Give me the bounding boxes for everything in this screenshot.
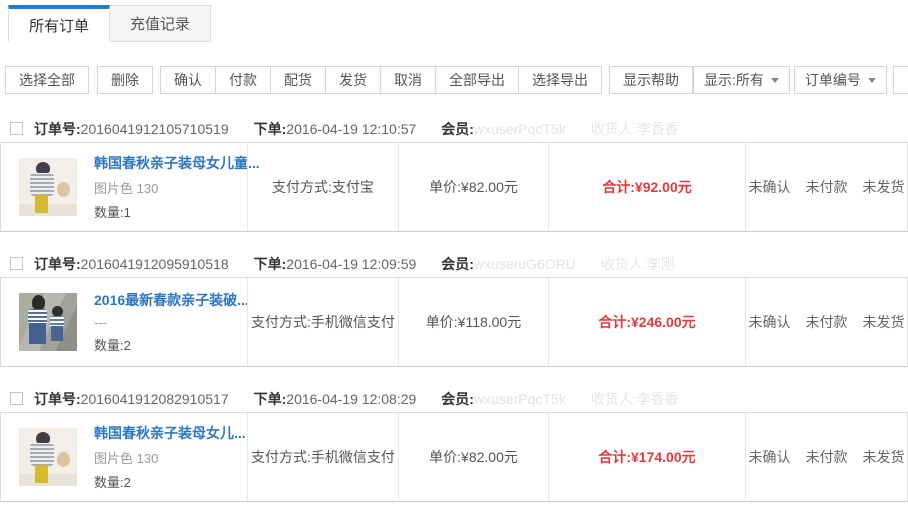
order-status-cell: 未确认 未付款 未发货 bbox=[745, 278, 907, 366]
show-help-button[interactable]: 显示帮助 bbox=[609, 66, 693, 94]
product-thumbnail[interactable] bbox=[19, 293, 77, 351]
payment-method: 支付方式:手机微信支付 bbox=[247, 413, 398, 501]
show-filter-dropdown[interactable]: 显示:所有 bbox=[693, 66, 790, 94]
order-item: 订单号:2016041912105710519 下单:2016-04-19 12… bbox=[0, 115, 908, 232]
order-number: 订单号:2016041912105710519 bbox=[34, 119, 229, 139]
ship-button[interactable]: 发货 bbox=[325, 66, 381, 94]
order-placed-time: 下单:2016-04-19 12:09:59 bbox=[254, 254, 417, 274]
order-member: 会员:wxuserPqcT5k bbox=[441, 119, 565, 139]
status-unconfirmed: 未确认 bbox=[749, 177, 791, 197]
order-header: 订单号:2016041912082910517 下单:2016-04-19 12… bbox=[0, 385, 908, 412]
product-cell: 2016最新春款亲子装破... --- 数量:2 bbox=[1, 278, 247, 366]
order-list: 订单号:2016041912105710519 下单:2016-04-19 12… bbox=[0, 115, 908, 502]
product-variant: 图片色 130 bbox=[94, 448, 246, 467]
product-quantity: 数量:2 bbox=[94, 335, 249, 354]
order-receiver: 收货人:李香香 bbox=[591, 389, 679, 409]
order-item: 订单号:2016041912095910518 下单:2016-04-19 12… bbox=[0, 250, 908, 367]
product-title-link[interactable]: 2016最新春款亲子装破... bbox=[94, 290, 249, 310]
show-filter-dropdown-label: 显示:所有 bbox=[704, 70, 764, 90]
order-total: 合计:¥92.00元 bbox=[548, 143, 745, 231]
select-all-button[interactable]: 选择全部 bbox=[5, 66, 89, 94]
status-unconfirmed: 未确认 bbox=[749, 312, 791, 332]
order-card: 2016最新春款亲子装破... --- 数量:2 支付方式:手机微信支付 单价:… bbox=[0, 277, 908, 367]
order-placed-time: 下单:2016-04-19 12:08:29 bbox=[254, 389, 417, 409]
status-unpaid: 未付款 bbox=[806, 177, 848, 197]
order-management-page: 所有订单 充值记录 选择全部 删除 确认 付款 配货 发货 取消 全部导出 选择… bbox=[0, 0, 908, 512]
order-checkbox[interactable] bbox=[10, 257, 23, 270]
search-type-dropdown-label: 订单编号 bbox=[805, 70, 861, 90]
search-type-dropdown[interactable]: 订单编号 bbox=[794, 66, 887, 94]
payment-method: 支付方式:支付宝 bbox=[247, 143, 398, 231]
tab-bar: 所有订单 充值记录 bbox=[0, 0, 908, 42]
unit-price: 单价:¥118.00元 bbox=[398, 278, 548, 366]
tab-recharge-records[interactable]: 充值记录 bbox=[110, 5, 211, 42]
order-receiver: 收货人:李刚 bbox=[601, 254, 675, 274]
tab-all-orders[interactable]: 所有订单 bbox=[8, 5, 110, 42]
product-thumbnail[interactable] bbox=[19, 158, 77, 216]
order-header: 订单号:2016041912105710519 下单:2016-04-19 12… bbox=[0, 115, 908, 142]
product-thumbnail[interactable] bbox=[19, 428, 77, 486]
order-search-input[interactable] bbox=[893, 66, 908, 94]
status-unshipped: 未发货 bbox=[863, 312, 905, 332]
order-status-cell: 未确认 未付款 未发货 bbox=[745, 143, 907, 231]
caret-down-icon bbox=[868, 78, 876, 83]
order-status-cell: 未确认 未付款 未发货 bbox=[745, 413, 907, 501]
order-placed-time: 下单:2016-04-19 12:10:57 bbox=[254, 119, 417, 139]
product-cell: 韩国春秋亲子装母女儿童... 图片色 130 数量:1 bbox=[1, 143, 247, 231]
caret-down-icon bbox=[771, 78, 779, 83]
product-info: 2016最新春款亲子装破... --- 数量:2 bbox=[94, 290, 249, 354]
order-receiver: 收货人:李香香 bbox=[591, 119, 679, 139]
status-unconfirmed: 未确认 bbox=[749, 447, 791, 467]
order-total: 合计:¥246.00元 bbox=[548, 278, 745, 366]
order-action-button-group: 确认 付款 配货 发货 取消 全部导出 选择导出 bbox=[160, 66, 602, 94]
order-header: 订单号:2016041912095910518 下单:2016-04-19 12… bbox=[0, 250, 908, 277]
order-checkbox[interactable] bbox=[10, 392, 23, 405]
status-unshipped: 未发货 bbox=[863, 447, 905, 467]
order-total: 合计:¥174.00元 bbox=[548, 413, 745, 501]
order-card: 韩国春秋亲子装母女儿... 图片色 130 数量:2 支付方式:手机微信支付 单… bbox=[0, 412, 908, 502]
confirm-button[interactable]: 确认 bbox=[160, 66, 216, 94]
product-variant: --- bbox=[94, 315, 249, 330]
product-title-link[interactable]: 韩国春秋亲子装母女儿... bbox=[94, 423, 246, 443]
status-unpaid: 未付款 bbox=[806, 312, 848, 332]
payment-method: 支付方式:手机微信支付 bbox=[247, 278, 398, 366]
tab-all-orders-label: 所有订单 bbox=[29, 15, 89, 36]
order-checkbox[interactable] bbox=[10, 122, 23, 135]
order-card: 韩国春秋亲子装母女儿童... 图片色 130 数量:1 支付方式:支付宝 单价:… bbox=[0, 142, 908, 232]
pay-button[interactable]: 付款 bbox=[215, 66, 271, 94]
delete-button[interactable]: 删除 bbox=[97, 66, 153, 94]
unit-price: 单价:¥82.00元 bbox=[398, 413, 548, 501]
tab-recharge-records-label: 充值记录 bbox=[130, 13, 190, 34]
status-unpaid: 未付款 bbox=[806, 447, 848, 467]
unit-price: 单价:¥82.00元 bbox=[398, 143, 548, 231]
product-quantity: 数量:1 bbox=[94, 202, 260, 221]
product-quantity: 数量:2 bbox=[94, 472, 246, 491]
product-title-link[interactable]: 韩国春秋亲子装母女儿童... bbox=[94, 153, 260, 173]
product-variant: 图片色 130 bbox=[94, 178, 260, 197]
product-info: 韩国春秋亲子装母女儿... 图片色 130 数量:2 bbox=[94, 423, 246, 491]
order-item: 订单号:2016041912082910517 下单:2016-04-19 12… bbox=[0, 385, 908, 502]
order-number: 订单号:2016041912095910518 bbox=[34, 254, 229, 274]
export-selected-button[interactable]: 选择导出 bbox=[518, 66, 602, 94]
status-unshipped: 未发货 bbox=[863, 177, 905, 197]
product-info: 韩国春秋亲子装母女儿童... 图片色 130 数量:1 bbox=[94, 153, 260, 221]
order-member: 会员:wxuseruG6ORU bbox=[441, 254, 576, 274]
order-number: 订单号:2016041912082910517 bbox=[34, 389, 229, 409]
product-cell: 韩国春秋亲子装母女儿... 图片色 130 数量:2 bbox=[1, 413, 247, 501]
order-member: 会员:wxuserPqcT5k bbox=[441, 389, 565, 409]
export-all-button[interactable]: 全部导出 bbox=[435, 66, 519, 94]
order-toolbar: 选择全部 删除 确认 付款 配货 发货 取消 全部导出 选择导出 显示帮助 显示… bbox=[5, 66, 908, 94]
cancel-button[interactable]: 取消 bbox=[380, 66, 436, 94]
allocate-button[interactable]: 配货 bbox=[270, 66, 326, 94]
